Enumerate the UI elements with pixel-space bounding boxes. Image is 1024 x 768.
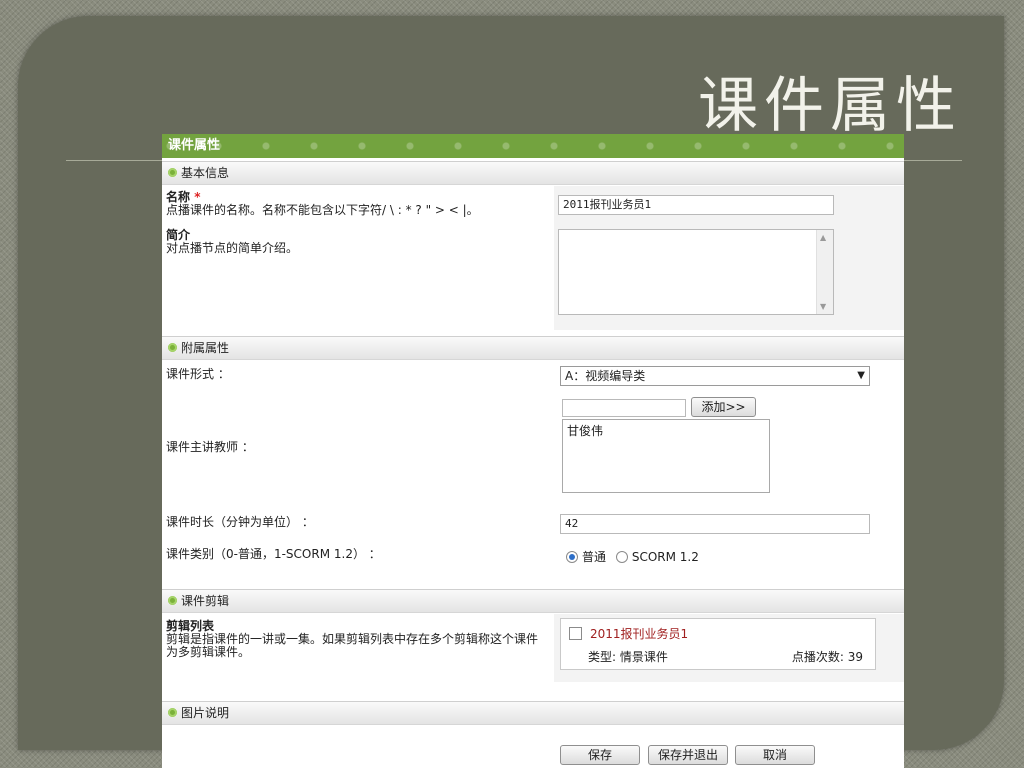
radio-normal[interactable] — [566, 550, 578, 563]
save-button[interactable]: 保存 — [560, 745, 640, 765]
intro-hint: 对点播节点的简单介绍。 — [166, 241, 299, 255]
name-label-block: 名称 * 点播课件的名称。名称不能包含以下字符/ \ : * ? " > < |… — [166, 191, 479, 217]
format-select[interactable]: A：视频编导类 ▼ — [560, 366, 870, 386]
form-header: 课件属性 — [162, 134, 904, 158]
clip-play-count: 点播次数: 39 — [791, 650, 863, 664]
radio-scorm[interactable] — [615, 550, 628, 563]
duration-label: 课件时长（分钟为单位） ： — [166, 515, 314, 529]
clips-label-block: 剪辑列表 剪辑是指课件的一讲或一集。如果剪辑列表中存在多个剪辑称这个课件为多剪辑… — [166, 620, 546, 659]
section-image-description[interactable]: 图片说明 — [162, 701, 904, 725]
section-extra-label: 附属属性 — [181, 341, 230, 355]
duration-input[interactable]: 42 — [560, 514, 870, 534]
scroll-down-icon[interactable]: ▼ — [820, 302, 826, 311]
clip-list: 2011报刊业务员1 类型: 情景课件 点播次数: 39 — [560, 618, 876, 670]
section-basic-info[interactable]: 基本信息 — [162, 161, 904, 185]
add-teacher-button[interactable]: 添加>> — [691, 397, 756, 417]
section-bullet-icon — [168, 596, 177, 605]
section-bullet-icon — [168, 708, 177, 717]
category-radio-group: 普通 SCORM 1.2 — [566, 548, 699, 565]
format-label: 课件形式 ： — [166, 367, 230, 381]
intro-scrollbar[interactable]: ▲ ▼ — [816, 230, 833, 314]
clip-checkbox[interactable] — [569, 627, 582, 640]
scroll-up-icon[interactable]: ▲ — [820, 233, 826, 242]
chevron-down-icon: ▼ — [857, 370, 865, 381]
format-selected-value: A：视频编导类 — [565, 369, 646, 383]
section-bullet-icon — [168, 343, 177, 352]
slide-title: 课件属性 — [698, 71, 962, 141]
section-basic-info-label: 基本信息 — [181, 166, 230, 180]
name-hint: 点播课件的名称。名称不能包含以下字符/ \ : * ? " > < |。 — [166, 203, 479, 217]
clip-item[interactable]: 2011报刊业务员1 — [569, 625, 688, 642]
name-label: 名称 — [166, 190, 191, 204]
teacher-listbox[interactable]: 甘俊伟 — [562, 419, 770, 493]
section-clips[interactable]: 课件剪辑 — [162, 589, 904, 613]
clip-name[interactable]: 2011报刊业务员1 — [590, 627, 688, 641]
name-input[interactable]: 2011报刊业务员1 — [558, 195, 834, 215]
clips-hint: 剪辑是指课件的一讲或一集。如果剪辑列表中存在多个剪辑称这个课件为多剪辑课件。 — [166, 632, 539, 659]
required-asterisk: * — [194, 190, 201, 204]
intro-textarea[interactable]: ▲ ▼ — [558, 229, 834, 315]
teacher-list-item[interactable]: 甘俊伟 — [567, 422, 765, 439]
save-exit-button[interactable]: 保存并退出 — [648, 745, 728, 765]
clip-type: 类型: 情景课件 — [588, 650, 668, 664]
section-image-label: 图片说明 — [181, 706, 230, 720]
radio-normal-label[interactable]: 普通 — [582, 550, 606, 564]
intro-label-block: 简介 对点播节点的简单介绍。 — [166, 229, 298, 255]
category-label: 课件类别（0-普通，1-SCORM 1.2） ： — [166, 547, 381, 561]
section-bullet-icon — [168, 168, 177, 177]
radio-scorm-label[interactable]: SCORM 1.2 — [632, 550, 699, 564]
teacher-input[interactable] — [562, 399, 686, 417]
section-extra-attributes[interactable]: 附属属性 — [162, 336, 904, 360]
course-properties-form: 课件属性 基本信息 名称 * 点播课件的名称。名称不能包含以下字符/ \ : *… — [162, 134, 904, 768]
section-clips-label: 课件剪辑 — [181, 594, 230, 608]
cancel-button[interactable]: 取消 — [735, 745, 815, 765]
teacher-label: 课件主讲教师 ： — [166, 440, 254, 454]
